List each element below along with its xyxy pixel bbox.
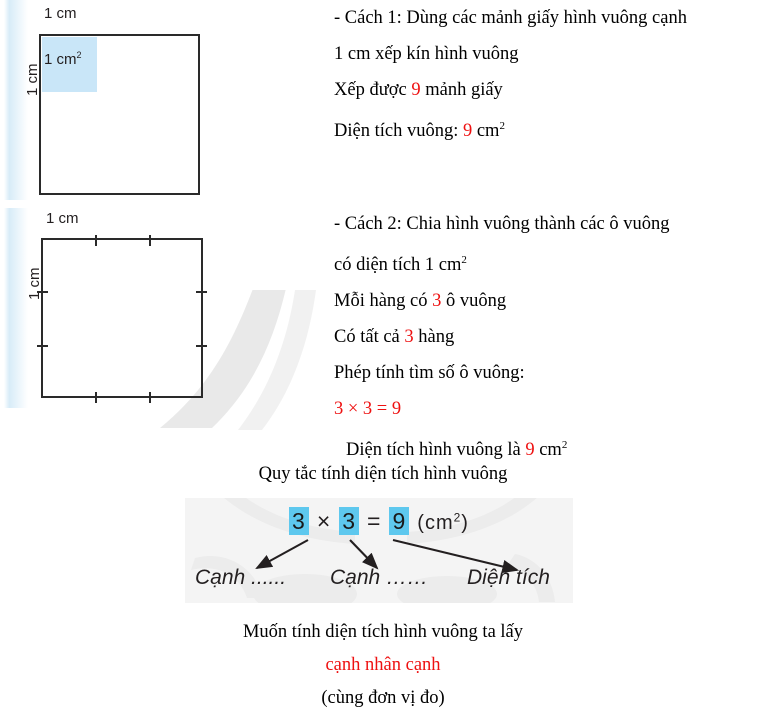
text-run: có diện tích 1 cm: [334, 255, 462, 276]
highlighted-number: 9: [462, 121, 473, 142]
text-line: Diện tích hình vuông là 9 cm2: [334, 427, 764, 468]
method1-text-block: - Cách 1: Dùng các mảnh giấy hình vuông …: [334, 0, 764, 149]
text-run: 1 cm xếp kín hình vuông: [334, 44, 519, 64]
text-run: Mỗi hàng có: [334, 291, 433, 312]
highlighted-number: 3 × 3 = 9: [334, 399, 402, 420]
figure1-square: 1 cm2: [39, 34, 200, 195]
tick-top-2: [149, 235, 151, 246]
text-line: 3 × 3 = 9: [334, 391, 764, 427]
method2-text-block: - Cách 2: Chia hình vuông thành các ô vu…: [334, 206, 764, 468]
worksheet-page: 1 cm 1 cm 1 cm2 1 cm 1 cm - Cách 1: Dùng…: [0, 0, 766, 723]
text-run: Diện tích hình vuông là: [346, 440, 526, 461]
text-run: 2: [561, 439, 568, 452]
arrow-label-side1: Cạnh ......: [195, 566, 287, 589]
text-line: 1 cm xếp kín hình vuông: [334, 36, 764, 72]
text-line: - Cách 1: Dùng các mảnh giấy hình vuông …: [334, 0, 764, 36]
statement-line-2: cạnh nhân cạnh: [325, 655, 441, 675]
text-line: Có tất cả 3 hàng: [334, 319, 764, 355]
text-run: - Cách 2: Chia hình vuông thành các ô vu…: [334, 214, 670, 234]
tick-bottom-2: [149, 392, 151, 403]
arrow-label-area: Diện tích: [467, 566, 550, 589]
tick-left-1: [37, 291, 48, 293]
text-line: Diện tích vuông: 9 cm2: [334, 108, 764, 149]
tick-bottom-1: [95, 392, 97, 403]
highlighted-number: 3: [404, 327, 414, 348]
text-line: Xếp được 9 mảnh giấy: [334, 72, 764, 108]
text-run: 2: [461, 254, 467, 266]
tick-left-2: [37, 345, 48, 347]
text-run: Có tất cả: [334, 327, 405, 348]
blue-gradient-strip-bottom: [4, 208, 28, 408]
text-line: - Cách 2: Chia hình vuông thành các ô vu…: [334, 206, 764, 242]
text-line: có diện tích 1 cm2: [334, 242, 764, 283]
arrow-label-side2: Cạnh ……: [330, 566, 429, 589]
highlighted-number: 9: [525, 440, 535, 461]
text-run: - Cách 1: Dùng các mảnh giấy hình vuông …: [334, 8, 687, 28]
tick-right-2: [196, 345, 207, 347]
text-line: Mỗi hàng có 3 ô vuông: [334, 283, 764, 319]
text-run: hàng: [413, 327, 455, 348]
statement-line-1: Muốn tính diện tích hình vuông ta lấy: [242, 622, 524, 642]
figure1-top-label: 1 cm: [44, 5, 77, 22]
rule-heading: Quy tắc tính diện tích hình vuông: [258, 464, 508, 484]
text-run: cm: [472, 121, 500, 142]
figure1-unit-cell-label: 1 cm2: [44, 50, 82, 68]
text-run: mảnh giấy: [420, 80, 503, 100]
blue-gradient-strip-top: [4, 0, 28, 200]
text-run: ô vuông: [441, 291, 507, 312]
highlighted-number: 9: [411, 80, 421, 100]
highlighted-number: 3: [432, 291, 442, 312]
text-run: 2: [499, 120, 505, 132]
text-line: Phép tính tìm số ô vuông:: [334, 355, 764, 391]
formula-panel: 3 × 3 = 9 (cm2) Cạnh ...... Cạnh …… Diện tích: [185, 498, 573, 603]
text-run: Phép tính tìm số ô vuông:: [334, 363, 525, 384]
text-run: Diện tích vuông:: [334, 121, 463, 142]
text-run: cm: [534, 440, 562, 461]
text-run: Xếp được: [334, 80, 412, 100]
tick-right-1: [196, 291, 207, 293]
tick-top-1: [95, 235, 97, 246]
statement-line-3: (cùng đơn vị đo): [321, 688, 445, 708]
figure2-square: [37, 235, 207, 403]
figure2-top-label: 1 cm: [46, 210, 79, 227]
figure1-unit-cell: 1 cm2: [42, 37, 97, 92]
